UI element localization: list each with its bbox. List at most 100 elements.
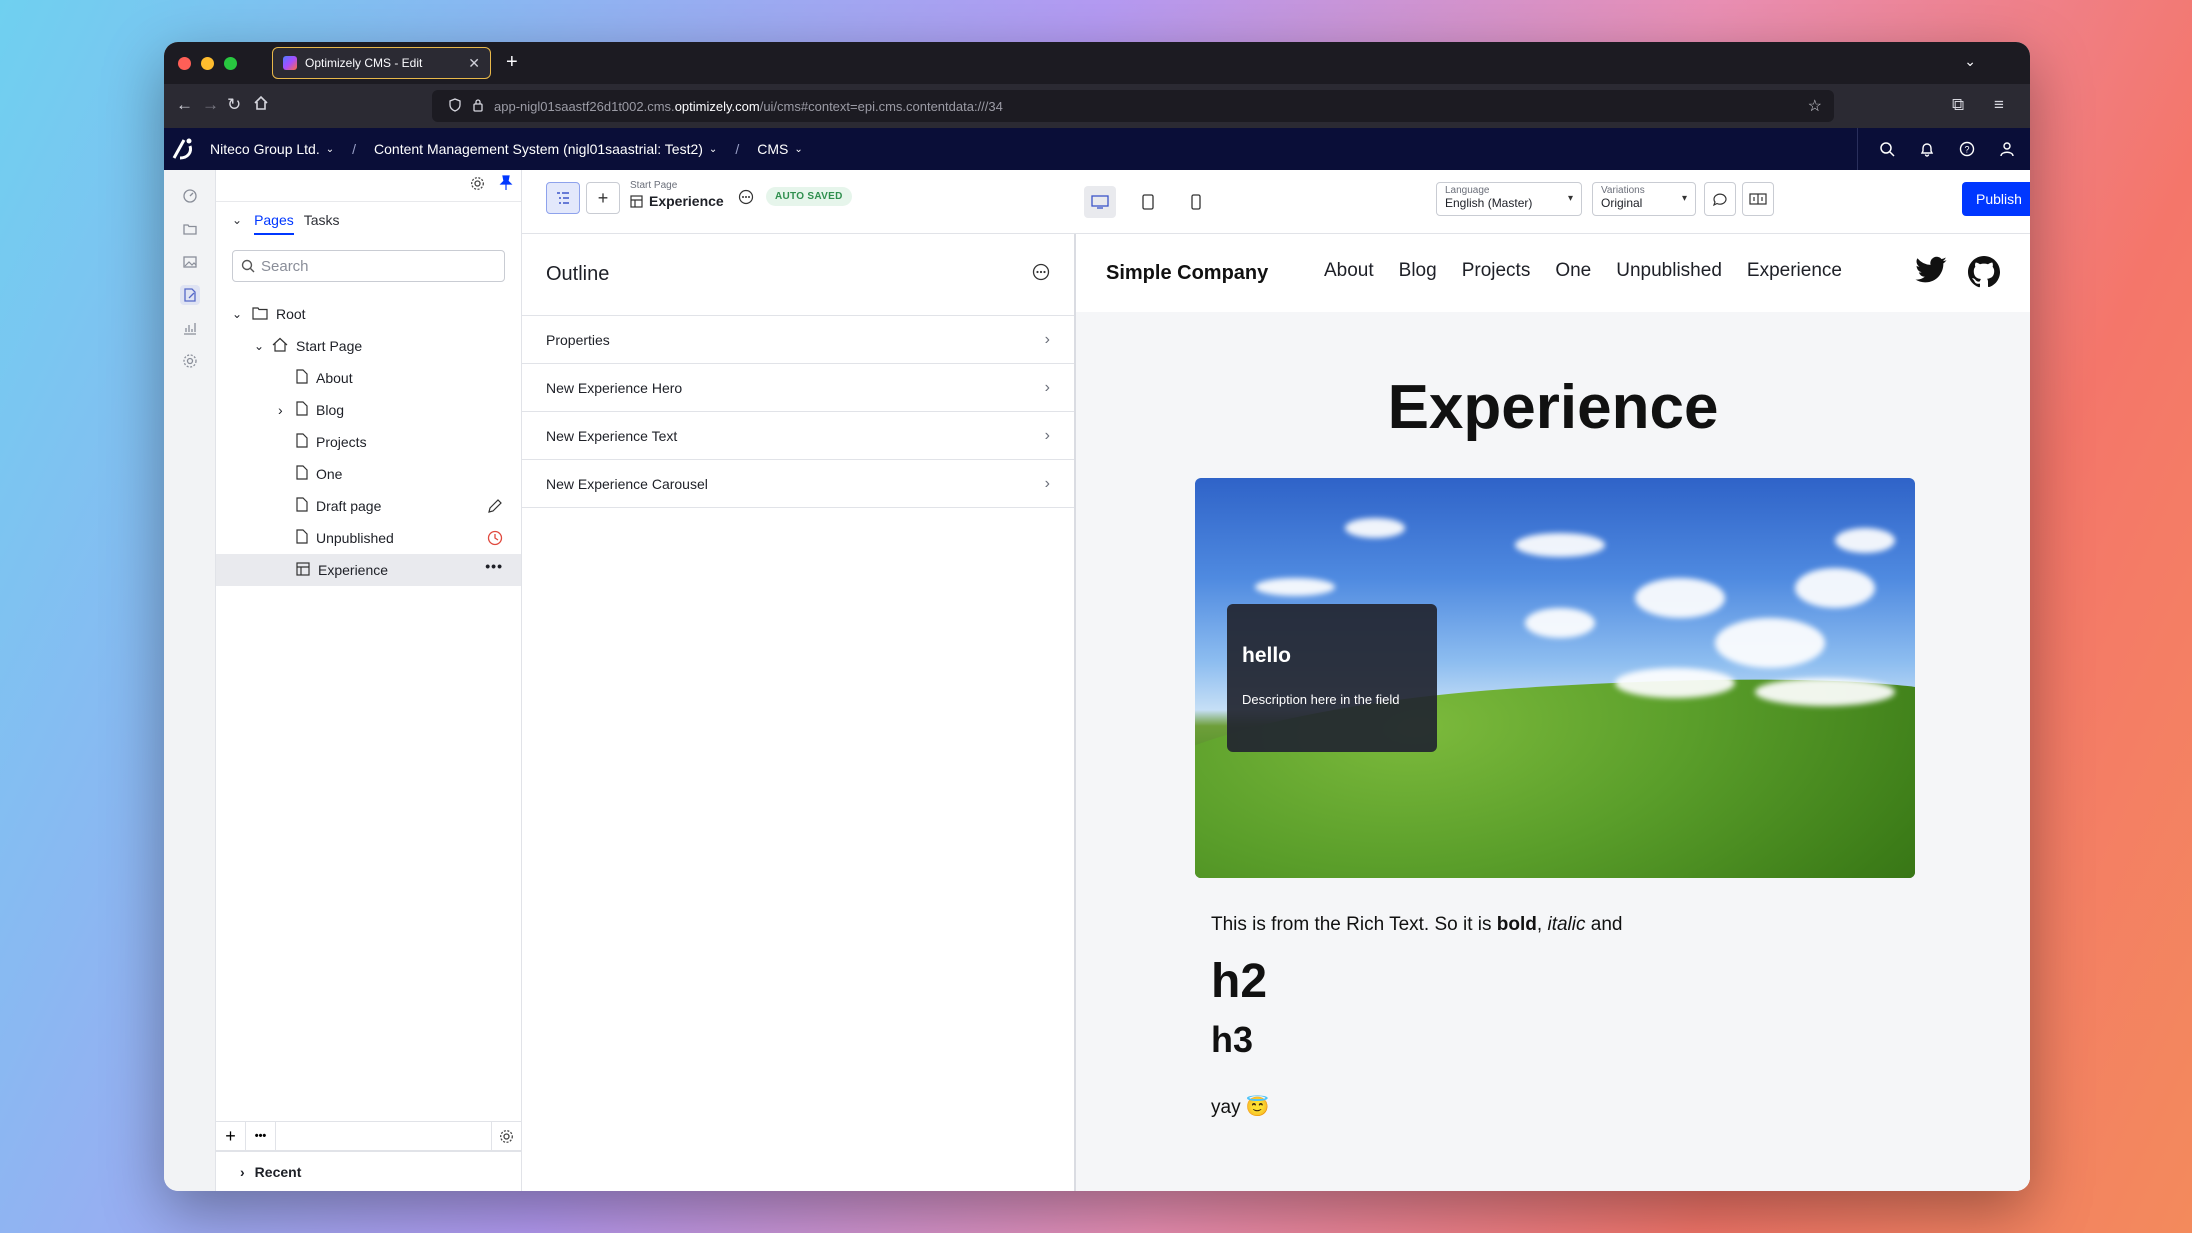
tree-node-one[interactable]: One: [216, 458, 521, 490]
more-icon[interactable]: •••: [485, 558, 503, 574]
minimize-window-button[interactable]: [201, 56, 214, 70]
comments-button[interactable]: [1704, 182, 1736, 216]
user-icon[interactable]: [1998, 140, 2016, 158]
editor-area: + Start Page Experience AUTO SAVED Langu…: [522, 170, 2030, 1191]
page-icon: [296, 369, 308, 387]
chevron-right-icon[interactable]: ›: [278, 402, 296, 418]
outline-row-hero[interactable]: New Experience Hero ›: [522, 364, 1074, 412]
tree-node-projects[interactable]: Projects: [216, 426, 521, 458]
address-bar[interactable]: app-nigl01saastf26d1t002.cms.optimizely.…: [432, 90, 1834, 122]
reload-icon[interactable]: ↻: [227, 95, 241, 115]
site-nav-experience[interactable]: Experience: [1747, 260, 1842, 282]
optimizely-logo-icon[interactable]: [164, 128, 202, 170]
org-switcher[interactable]: Niteco Group Ltd.: [210, 141, 320, 157]
search-icon[interactable]: [1878, 140, 1896, 158]
site-nav-projects[interactable]: Projects: [1462, 260, 1531, 282]
tab-pages[interactable]: Pages: [254, 206, 294, 235]
page-icon: [296, 433, 308, 451]
site-nav-unpublished[interactable]: Unpublished: [1616, 260, 1722, 282]
section-switcher[interactable]: CMS: [757, 141, 788, 157]
hero-block[interactable]: hello Description here in the field: [1195, 478, 1915, 878]
compare-button[interactable]: [1742, 182, 1774, 216]
folder-icon[interactable]: [180, 219, 200, 239]
site-nav-one[interactable]: One: [1555, 260, 1591, 282]
menu-icon[interactable]: ≡: [1994, 95, 2004, 115]
tree-node-start-page[interactable]: ⌄ Start Page: [216, 330, 521, 362]
outline-row-properties[interactable]: Properties ›: [522, 316, 1074, 364]
more-options-icon[interactable]: [1032, 263, 1050, 287]
parent-page-label: Start Page: [630, 180, 678, 191]
cms-topbar: Niteco Group Ltd. ⌄ / Content Management…: [164, 128, 2030, 170]
outline-toggle-button[interactable]: [546, 182, 580, 214]
tree-node-unpublished[interactable]: Unpublished: [216, 522, 521, 554]
twitter-icon[interactable]: [1914, 256, 1948, 293]
chevron-down-icon: ⌄: [708, 143, 718, 155]
tablet-icon: [1142, 194, 1154, 210]
outline-row-carousel[interactable]: New Experience Carousel ›: [522, 460, 1074, 508]
tree-search-input[interactable]: Search: [232, 250, 505, 282]
outline-row-text[interactable]: New Experience Text ›: [522, 412, 1074, 460]
forward-icon[interactable]: →: [202, 95, 219, 115]
help-icon[interactable]: ?: [1958, 140, 1976, 158]
maximize-window-button[interactable]: [224, 56, 237, 70]
gear-icon[interactable]: [470, 176, 485, 196]
gear-icon[interactable]: [491, 1121, 521, 1151]
chevron-down-icon[interactable]: ⌄: [254, 339, 268, 353]
site-nav-blog[interactable]: Blog: [1399, 260, 1437, 282]
tab-close-icon[interactable]: ✕: [468, 55, 480, 72]
outline-header: Outline: [522, 234, 1074, 316]
close-window-button[interactable]: [178, 56, 191, 70]
tablet-view-button[interactable]: [1132, 186, 1164, 218]
chevron-right-icon: ›: [1044, 426, 1050, 444]
language-select[interactable]: Language English (Master) ▾: [1436, 182, 1582, 216]
image-icon[interactable]: [180, 252, 200, 272]
extensions-icon[interactable]: ⧉: [1952, 95, 1964, 115]
desktop-view-button[interactable]: [1084, 186, 1116, 218]
tab-tasks[interactable]: Tasks: [304, 212, 340, 228]
shield-icon: [448, 97, 462, 115]
back-icon[interactable]: ←: [176, 95, 193, 115]
hero-card: hello Description here in the field: [1227, 604, 1437, 752]
phone-view-button[interactable]: [1180, 186, 1212, 218]
browser-tab[interactable]: Optimizely CMS - Edit ✕: [272, 47, 491, 79]
tree-node-blog[interactable]: › Blog: [216, 394, 521, 426]
home-icon[interactable]: [253, 95, 269, 116]
tree-node-draft-page[interactable]: Draft page: [216, 490, 521, 522]
dashboard-icon[interactable]: [180, 186, 200, 206]
rich-h2: h2: [1211, 955, 1268, 1008]
app-switcher[interactable]: Content Management System (nigl01saastri…: [374, 141, 703, 157]
site-nav-about[interactable]: About: [1324, 260, 1374, 282]
add-icon[interactable]: +: [216, 1121, 246, 1151]
search-placeholder: Search: [261, 257, 309, 275]
optimizely-favicon-icon: [283, 56, 297, 70]
pin-icon[interactable]: [499, 175, 513, 196]
tree-footer-toolbar: + •••: [216, 1121, 521, 1151]
publish-button[interactable]: Publish ▾: [1962, 182, 2030, 216]
page-tree-panel: ⌄ Pages Tasks Search ⌄ Root ⌄ Start Page: [216, 170, 522, 1191]
url-text: app-nigl01saastf26d1t002.cms.optimizely.…: [494, 98, 1003, 114]
collapse-chevron-icon[interactable]: ⌄: [232, 213, 242, 227]
search-icon: [241, 259, 255, 273]
clock-icon: [487, 530, 503, 549]
recent-section[interactable]: › Recent: [216, 1151, 521, 1191]
tree-node-about[interactable]: About: [216, 362, 521, 394]
bookmark-star-icon[interactable]: ☆: [1808, 96, 1822, 116]
more-options-icon[interactable]: [738, 189, 754, 210]
site-brand[interactable]: Simple Company: [1106, 262, 1268, 285]
tree-node-root[interactable]: ⌄ Root: [216, 298, 521, 330]
chevron-down-icon[interactable]: ⌄: [232, 307, 246, 321]
rich-text-block: This is from the Rich Text. So it is bol…: [1211, 914, 1622, 1119]
edit-pages-icon[interactable]: [179, 285, 200, 305]
new-tab-button[interactable]: +: [506, 51, 518, 74]
settings-icon[interactable]: [180, 351, 200, 371]
tree-node-experience[interactable]: Experience •••: [216, 554, 521, 586]
github-icon[interactable]: [1968, 256, 2000, 293]
phone-icon: [1191, 194, 1201, 210]
more-icon[interactable]: •••: [246, 1121, 276, 1151]
bell-icon[interactable]: [1918, 140, 1936, 158]
add-content-button[interactable]: +: [586, 182, 620, 214]
variations-select[interactable]: Variations Original ▾: [1592, 182, 1696, 216]
tab-list-chevron-icon[interactable]: ⌄: [1964, 53, 1976, 70]
chevron-down-icon: ▾: [1567, 193, 1573, 204]
analytics-icon[interactable]: [180, 318, 200, 338]
